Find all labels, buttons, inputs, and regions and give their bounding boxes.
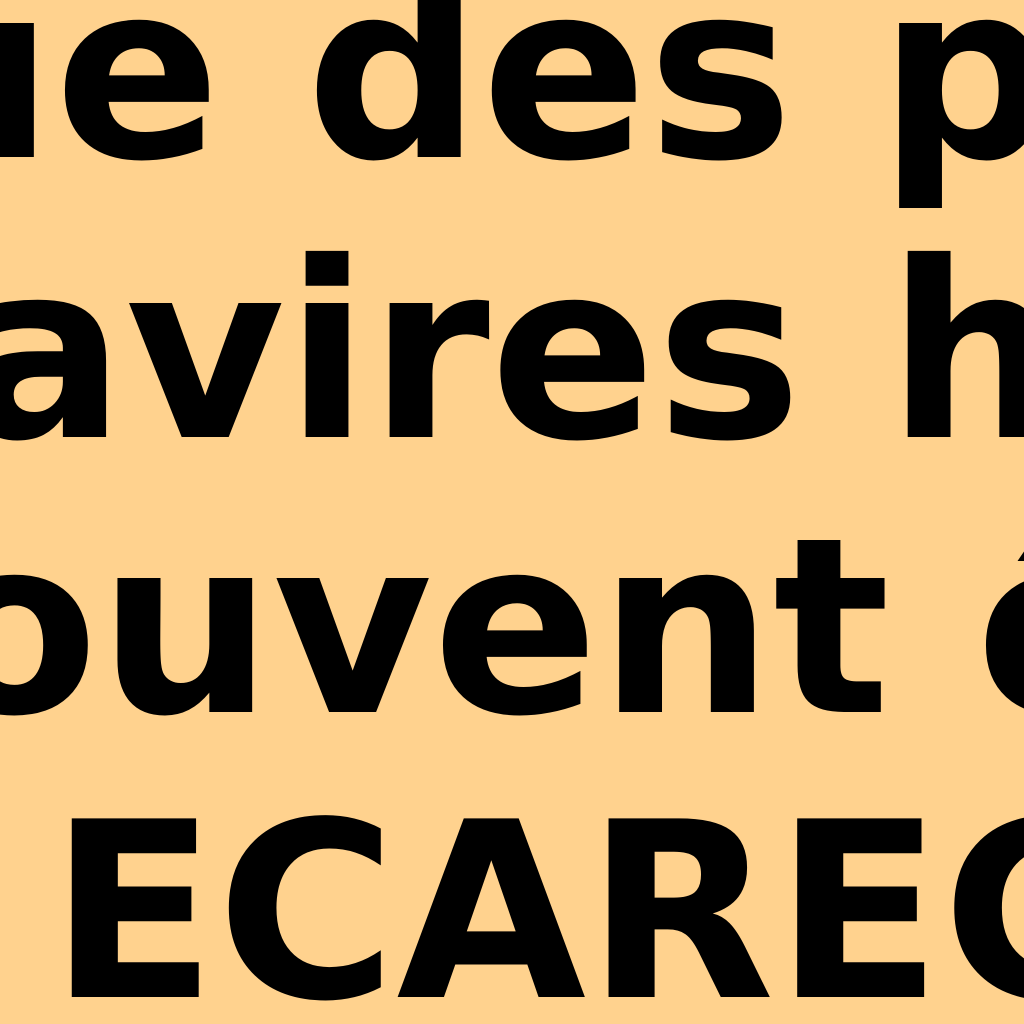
document-page: ue des pla avires hyd ouvent êtr l ECARE… <box>0 0 1024 1024</box>
text-line-3: ouvent êtr <box>0 485 1024 770</box>
text-line-2: avires hyd <box>0 210 1024 495</box>
text-line-1: ue des pla <box>0 0 1024 215</box>
text-line-4: l ECAREC <box>0 770 1024 1024</box>
